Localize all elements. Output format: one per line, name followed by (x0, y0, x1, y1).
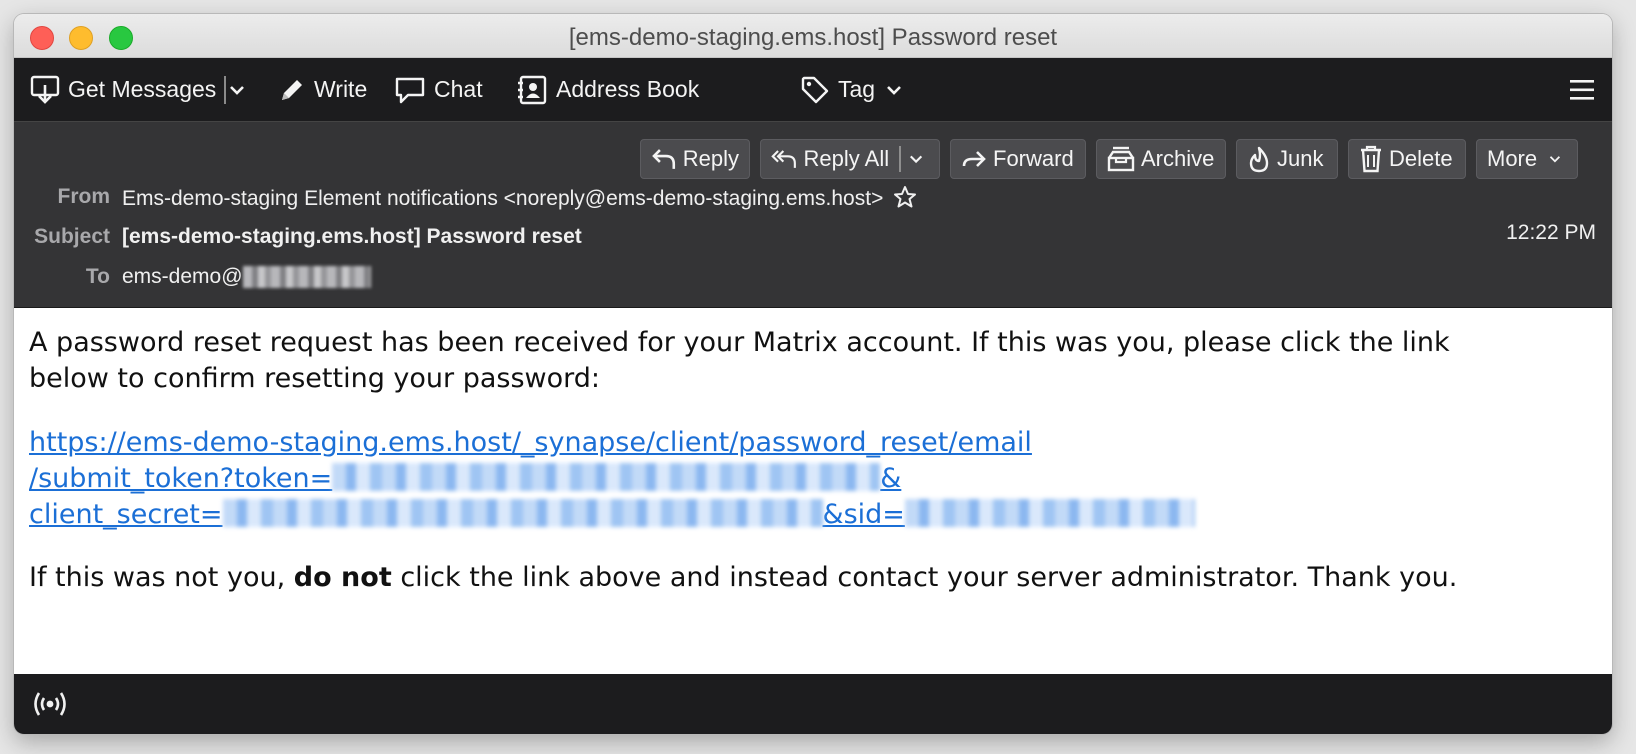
get-messages-button[interactable]: Get Messages (30, 58, 227, 121)
message-header: Reply Reply All Forward Archive Junk Del… (14, 122, 1612, 308)
hamburger-menu-icon (1570, 79, 1594, 100)
pencil-icon (282, 79, 302, 100)
intro-paragraph: A password reset request has been receiv… (29, 327, 1450, 394)
delete-button[interactable]: Delete (1348, 139, 1466, 179)
to-address[interactable]: ems-demo@ (122, 265, 243, 288)
address-book-icon (518, 75, 547, 104)
star-icon[interactable] (893, 185, 917, 209)
delete-label: Delete (1389, 146, 1453, 171)
redacted-recipient (242, 266, 371, 289)
tag-icon (801, 76, 829, 103)
warning-emphasis: do not (293, 562, 392, 593)
warning-paragraph: If this was not you, do not click the li… (29, 560, 1589, 596)
chevron-down-icon (1549, 156, 1561, 163)
from-value[interactable]: Ems-demo-staging Element notifications <… (122, 185, 917, 211)
more-button[interactable]: More (1476, 139, 1578, 179)
title-bar: [ems-demo-staging.ems.host] Password res… (14, 14, 1612, 58)
reset-link-line-2[interactable]: /submit_token?token= & (29, 461, 1549, 497)
to-label: To (85, 265, 110, 288)
from-label: From (57, 185, 111, 208)
reply-arrow-icon (652, 149, 676, 169)
junk-button[interactable]: Junk (1236, 139, 1338, 179)
write-label: Write (314, 76, 368, 102)
forward-button[interactable]: Forward (950, 139, 1086, 179)
reset-link-secret-prefix[interactable]: client_secret= (29, 499, 223, 530)
app-menu-button[interactable] (1568, 58, 1604, 121)
forward-label: Forward (993, 146, 1074, 171)
address-book-button[interactable]: Address Book (516, 58, 699, 121)
chat-button[interactable]: Chat (394, 58, 483, 121)
reply-all-arrow-icon (771, 150, 796, 168)
reset-link-amp[interactable]: & (880, 463, 901, 494)
reply-label: Reply (682, 146, 739, 171)
archive-label: Archive (1141, 146, 1215, 171)
reply-button[interactable]: Reply (640, 139, 750, 179)
reply-all-divider (899, 146, 901, 172)
reset-link-sid-prefix[interactable]: &sid= (823, 499, 905, 530)
reset-link[interactable]: https://ems-demo-staging.ems.host/_synap… (29, 425, 1549, 533)
online-status-icon[interactable] (32, 689, 68, 719)
chat-bubble-icon (395, 77, 425, 103)
redacted-token (332, 463, 881, 491)
write-button[interactable]: Write (278, 58, 367, 121)
chevron-down-icon (230, 85, 244, 95)
junk-label: Junk (1277, 146, 1324, 171)
subject-value: [ems-demo-staging.ems.host] Password res… (122, 225, 582, 248)
reset-link-line-3[interactable]: client_secret= &sid= (29, 497, 1549, 533)
reset-link-line-1[interactable]: https://ems-demo-staging.ems.host/_synap… (29, 425, 1549, 461)
reply-all-button[interactable]: Reply All (760, 139, 940, 179)
warning-text-2: click the link above and instead contact… (391, 562, 1458, 593)
download-icon (30, 75, 60, 104)
redacted-sid (904, 499, 1195, 527)
archive-button[interactable]: Archive (1096, 139, 1226, 179)
reset-link-token-prefix[interactable]: /submit_token?token= (29, 463, 332, 494)
tag-button[interactable]: Tag (800, 58, 911, 121)
reply-all-label: Reply All (803, 146, 890, 171)
tag-label: Tag (838, 76, 876, 102)
archive-box-icon (1107, 146, 1135, 172)
chevron-down-icon (887, 85, 902, 95)
chat-label: Chat (434, 76, 483, 102)
flame-icon (1249, 146, 1269, 173)
from-address[interactable]: Ems-demo-staging Element notifications <… (122, 187, 883, 210)
message-body: A password reset request has been receiv… (14, 308, 1612, 674)
address-book-label: Address Book (556, 76, 700, 102)
more-label: More (1487, 146, 1538, 171)
to-value[interactable]: ems-demo@ (122, 265, 371, 289)
get-messages-dropdown[interactable] (228, 58, 254, 121)
forward-arrow-icon (962, 151, 986, 167)
window-title: [ems-demo-staging.ems.host] Password res… (568, 24, 1058, 51)
subject-label: Subject (34, 225, 110, 248)
trash-icon (1361, 145, 1381, 173)
status-bar (14, 674, 1612, 734)
get-messages-divider (224, 75, 227, 104)
mail-window: [ems-demo-staging.ems.host] Password res… (14, 14, 1612, 734)
warning-text-1: If this was not you, (29, 562, 294, 593)
get-messages-label: Get Messages (68, 76, 217, 102)
main-toolbar: Get Messages Write Chat Address Book Tag (14, 58, 1612, 122)
message-time: 12:22 PM (1506, 221, 1596, 244)
chevron-down-icon[interactable] (909, 151, 923, 167)
redacted-client-secret (222, 499, 823, 527)
